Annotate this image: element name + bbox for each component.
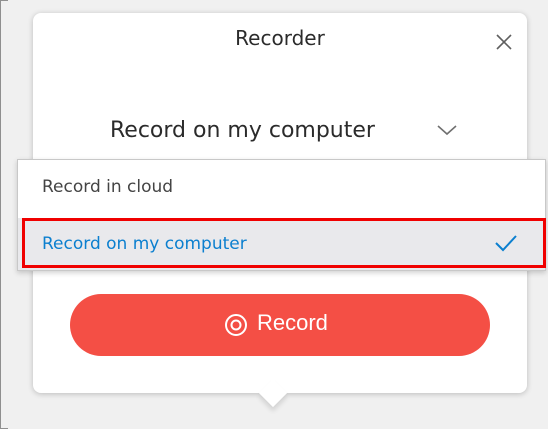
record-icon [225,314,247,336]
record-button-label: Record [257,310,328,335]
selected-recording-location: Record on my computer [110,118,375,143]
chevron-down-icon [437,125,457,136]
close-icon [496,34,512,50]
option-label: Record on my computer [42,234,247,254]
close-button[interactable] [490,28,518,56]
popover-title: Recorder [235,26,325,50]
option-record-on-my-computer[interactable]: Record on my computer [18,218,545,270]
option-label: Record in cloud [42,177,174,197]
option-record-in-cloud[interactable]: Record in cloud [18,161,545,213]
record-button[interactable]: Record [70,294,490,356]
recording-location-dropdown: Record in cloud Record on my computer [17,159,546,271]
recording-location-select[interactable]: Record on my computer [95,110,475,152]
checkmark-icon [495,235,517,252]
